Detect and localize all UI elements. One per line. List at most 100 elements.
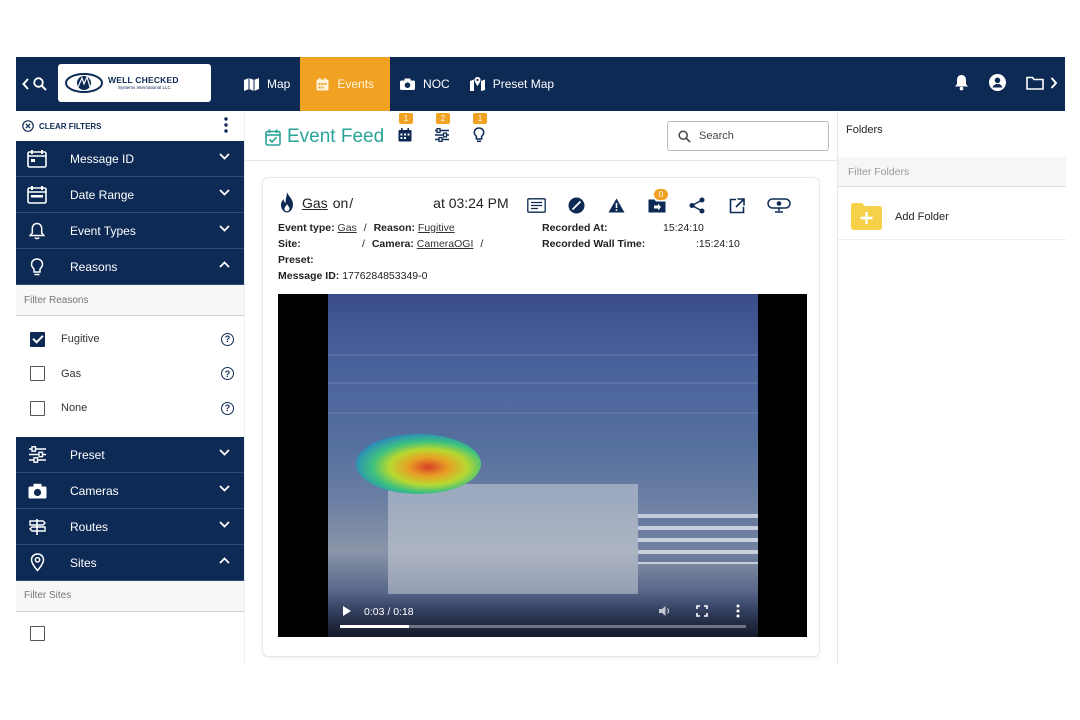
top-bar-actions [954, 74, 1057, 91]
thermal-video-frame [328, 294, 758, 637]
filter-sites-input[interactable]: Filter Sites [16, 580, 244, 612]
chevron-down-icon [219, 189, 230, 196]
reason-option-gas[interactable]: Gas ? [16, 357, 244, 392]
site-option[interactable] [16, 617, 244, 652]
recorded-wall-time-label: Recorded Wall Time: [542, 238, 646, 250]
share-button[interactable] [687, 196, 706, 215]
gas-plume [356, 434, 481, 494]
card-icon [27, 150, 47, 168]
accordion-cameras-label: Cameras [70, 483, 119, 498]
notes-button[interactable] [527, 196, 546, 215]
feed-header: Event Feed 1 2 1 Search [245, 111, 838, 161]
location-icon [30, 553, 44, 572]
accordion-preset-label: Preset [70, 447, 105, 462]
event-type-value[interactable]: Gas [338, 222, 357, 234]
play-icon[interactable] [342, 605, 352, 617]
block-icon [568, 197, 585, 214]
warning-icon [608, 198, 625, 213]
camera-value[interactable]: CameraOGI [417, 238, 474, 250]
signpost-icon [28, 518, 46, 535]
checkbox-none[interactable] [30, 400, 45, 416]
meta-separator: / [480, 238, 484, 250]
help-icon[interactable]: ? [221, 367, 234, 381]
reason-value[interactable]: Fugitive [418, 222, 455, 234]
help-icon[interactable]: ? [221, 332, 234, 346]
share-icon [689, 197, 704, 214]
date-filter-badge: 1 [399, 113, 413, 124]
folder-icon [1026, 76, 1044, 90]
nav-preset-map[interactable]: Preset Map [460, 57, 564, 111]
filter-reasons-input[interactable]: Filter Reasons [16, 285, 244, 316]
volume-icon[interactable] [658, 605, 671, 617]
open-external-button[interactable] [727, 196, 746, 215]
filter-folders-input[interactable]: Filter Folders [838, 157, 1066, 187]
help-icon[interactable]: ? [221, 401, 234, 415]
search-icon [678, 129, 691, 143]
nav-map-label: Map [267, 77, 291, 91]
accordion-sites-label: Sites [70, 555, 97, 570]
app-window: WELL CHECKED Systems International LLC M… [16, 57, 1066, 665]
filter-sites-placeholder: Filter Sites [24, 590, 72, 601]
checkbox-fugitive[interactable] [30, 331, 45, 347]
chevron-right-icon [1050, 76, 1057, 89]
nav-noc[interactable]: NOC [390, 57, 460, 111]
folders-toggle-button[interactable] [1026, 76, 1057, 90]
add-folder-button[interactable]: Add Folder [851, 203, 949, 230]
date-filter-button[interactable]: 1 [397, 113, 413, 144]
accordion-event-types[interactable]: Event Types [16, 213, 244, 249]
accordion-sites[interactable]: Sites [16, 544, 244, 581]
notifications-button[interactable] [954, 74, 969, 91]
chevron-down-icon [219, 520, 230, 528]
recorded-wall-time-value: :15:24:10 [696, 238, 740, 250]
accordion-routes[interactable]: Routes [16, 508, 244, 545]
preset-filter-badge: 2 [436, 113, 450, 124]
event-time: at 03:24 PM [433, 194, 509, 211]
event-title-separator: / [349, 194, 354, 211]
flame-icon [281, 192, 293, 213]
event-type-link[interactable]: Gas [302, 195, 328, 211]
fullscreen-icon[interactable] [696, 605, 708, 617]
folder-move-icon [648, 199, 665, 213]
event-card: Gas on / at 03:24 PM 0 Event type: Gas /… [262, 177, 820, 657]
preset-filter-button[interactable]: 2 [434, 113, 450, 144]
checkbox-site[interactable] [30, 626, 45, 642]
collapse-search-button[interactable] [22, 74, 56, 94]
frame-detail [328, 412, 758, 414]
accordion-preset[interactable]: Preset [16, 436, 244, 473]
message-id-label: Message ID: [278, 270, 340, 282]
recorded-at-row: Recorded At: [542, 222, 608, 234]
live-view-button[interactable] [767, 196, 791, 215]
logo: WELL CHECKED Systems International LLC [58, 64, 211, 102]
reason-label: Reason: [373, 222, 415, 234]
message-id-row: Message ID: 1776284853349-0 [278, 270, 427, 282]
checkbox-gas[interactable] [30, 366, 45, 382]
page-title: Event Feed [265, 126, 384, 148]
accordion-reasons[interactable]: Reasons [16, 249, 244, 285]
accordion-date-range[interactable]: Date Range [16, 177, 244, 213]
sliders-icon [28, 446, 46, 463]
folder-count-badge: 0 [654, 189, 668, 200]
video-progress-bar[interactable] [340, 625, 746, 628]
reason-option-none[interactable]: None ? [16, 391, 244, 426]
alert-button[interactable] [607, 196, 626, 215]
accordion-message-id[interactable]: Message ID [16, 141, 244, 177]
dismiss-button[interactable] [567, 196, 586, 215]
move-to-folder-button[interactable]: 0 [647, 189, 668, 215]
video-progress-fill [340, 625, 410, 628]
kebab-menu-icon[interactable] [224, 117, 228, 133]
search-input[interactable]: Search [667, 121, 829, 151]
reason-filter-button[interactable]: 1 [471, 113, 487, 144]
more-options-icon[interactable] [736, 604, 740, 618]
account-button[interactable] [989, 74, 1006, 91]
accordion-cameras[interactable]: Cameras [16, 472, 244, 509]
preset-label: Preset: [278, 254, 314, 266]
nav-map[interactable]: Map [234, 57, 300, 111]
map-icon [244, 77, 259, 91]
recorded-at-value: 15:24:10 [663, 222, 704, 234]
lightbulb-icon [473, 127, 485, 143]
nav-noc-label: NOC [423, 77, 450, 91]
clear-filters-button[interactable]: CLEAR FILTERS [16, 111, 244, 141]
nav-events[interactable]: Events [300, 57, 391, 111]
event-video-player[interactable]: 0:03 / 0:18 [278, 294, 807, 637]
reason-option-fugitive[interactable]: Fugitive ? [16, 322, 244, 357]
